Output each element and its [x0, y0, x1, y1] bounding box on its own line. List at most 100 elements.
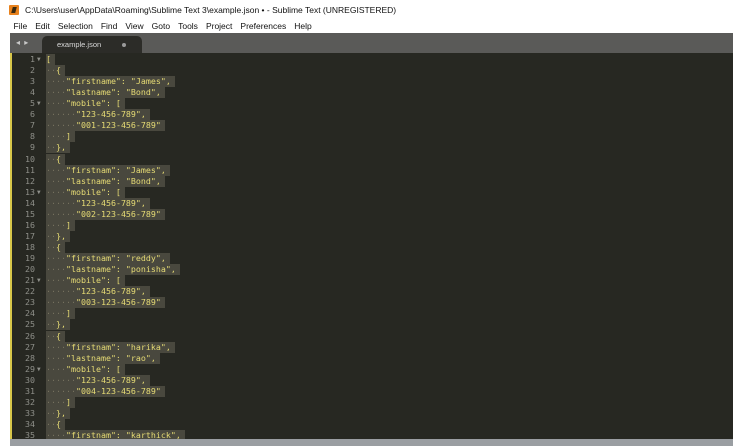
- code-content: "firstnam": "harika",: [65, 341, 171, 352]
- menu-project[interactable]: Project: [205, 21, 232, 31]
- code-text: ····]: [46, 131, 75, 143]
- code-line[interactable]: 7 ······"001-123-456-789": [12, 120, 732, 132]
- code-line[interactable]: 2 ··{: [12, 65, 732, 77]
- code-line[interactable]: 18 ··{: [12, 242, 732, 254]
- line-number: 20: [25, 264, 35, 275]
- code-content: "123-456-789",: [75, 109, 146, 120]
- menu-find[interactable]: Find: [100, 21, 118, 31]
- whitespace-dots: ······: [46, 385, 76, 396]
- code-content: },: [56, 230, 66, 241]
- code-content: {: [56, 242, 61, 253]
- code-text: ····"mobile": [: [46, 98, 125, 110]
- code-line[interactable]: 34 ··{: [12, 418, 732, 430]
- code-line[interactable]: 33 ··},: [12, 407, 732, 419]
- code-content: "lastname": "ponisha",: [65, 264, 176, 275]
- code-line[interactable]: 13 ▼ ····"mobile": [: [12, 186, 732, 198]
- fold-arrow-icon[interactable]: ▼: [37, 98, 41, 109]
- code-line[interactable]: 8 ····]: [12, 131, 732, 143]
- code-content: },: [56, 407, 66, 418]
- code-line[interactable]: 20 ····"lastname": "ponisha",: [12, 264, 732, 276]
- line-number: 21: [25, 275, 35, 286]
- code-line[interactable]: 11 ····"firstnam": "James",: [12, 164, 732, 176]
- code-content: },: [56, 319, 66, 330]
- whitespace-dots: ··: [46, 418, 56, 429]
- code-content: "004-123-456-789": [75, 385, 161, 396]
- code-text: ····]: [46, 396, 75, 408]
- menu-file[interactable]: File: [13, 21, 28, 31]
- code-line[interactable]: 35 ····"firstnam": "karthick",: [12, 430, 732, 439]
- code-line[interactable]: 5 ▼ ····"mobile": [: [12, 98, 732, 110]
- code-text: ··{: [46, 65, 65, 77]
- line-number: 24: [25, 308, 35, 319]
- fold-arrow-icon[interactable]: ▼: [37, 364, 41, 375]
- code-content: "001-123-456-789": [75, 120, 161, 131]
- code-editor[interactable]: 1 ▼[2 ··{3 ····"firstname": "James", 4 ····"l…: [10, 53, 733, 439]
- code-line[interactable]: 14 ······"123-456-789",: [12, 197, 732, 209]
- fold-arrow-icon[interactable]: ▼: [37, 275, 41, 286]
- code-line[interactable]: 19 ····"firstnam": "reddy",: [12, 253, 732, 265]
- code-line[interactable]: 21 ▼ ····"mobile": [: [12, 275, 732, 287]
- whitespace-dots: ··: [46, 65, 56, 76]
- code-content: ]: [65, 308, 71, 319]
- line-number: 14: [25, 197, 35, 208]
- line-number: 32: [25, 396, 35, 407]
- menu-preferences[interactable]: Preferences: [240, 21, 287, 31]
- code-line[interactable]: 12 ····"lastname": "Bond",: [12, 175, 732, 187]
- code-content: "mobile": [: [65, 275, 121, 286]
- code-text: ····"lastname": "ponisha",: [46, 264, 180, 276]
- menu-goto[interactable]: Goto: [151, 21, 170, 31]
- code-line[interactable]: 25 ··},: [12, 319, 732, 331]
- code-content: "123-456-789",: [75, 286, 146, 297]
- code-line[interactable]: 17 ··},: [12, 230, 732, 242]
- code-line[interactable]: 10 ··{: [12, 153, 732, 165]
- code-text: ····"lastname": "rao",: [46, 352, 160, 364]
- tab-nav-arrows-icon[interactable]: ◂ ▸: [16, 38, 29, 47]
- code-content: "003-123-456-789": [75, 297, 161, 308]
- whitespace-dots: ····: [46, 98, 66, 109]
- menu-tools[interactable]: Tools: [178, 21, 199, 31]
- line-number: 2: [30, 65, 35, 76]
- unsaved-dot-icon[interactable]: [122, 43, 126, 47]
- menu-edit[interactable]: Edit: [35, 21, 51, 31]
- code-line[interactable]: 27 ····"firstnam": "harika",: [12, 341, 732, 353]
- fold-arrow-icon[interactable]: ▼: [37, 187, 41, 198]
- code-line[interactable]: 6 ······"123-456-789",: [12, 109, 732, 121]
- code-content: "firstnam": "James",: [65, 164, 166, 175]
- menu-view[interactable]: View: [125, 21, 144, 31]
- code-text: ······"001-123-456-789": [46, 120, 165, 132]
- code-content: "mobile": [: [65, 363, 121, 374]
- line-number: 4: [30, 87, 35, 98]
- code-line[interactable]: 24 ····]: [12, 308, 732, 320]
- code-text: ··{: [46, 153, 65, 165]
- whitespace-dots: ····: [46, 363, 66, 374]
- line-number: 3: [30, 76, 35, 87]
- code-line[interactable]: 22 ······"123-456-789",: [12, 286, 732, 298]
- menu-selection[interactable]: Selection: [57, 21, 93, 31]
- code-line[interactable]: 3 ····"firstname": "James",: [12, 76, 732, 88]
- line-number: 16: [25, 219, 35, 230]
- whitespace-dots: ····: [46, 430, 66, 439]
- code-text: ····"lastname": "Bond",: [46, 175, 165, 187]
- code-line[interactable]: 4 ····"lastname": "Bond",: [12, 87, 732, 99]
- code-line[interactable]: 1 ▼ [: [12, 54, 732, 65]
- code-content: "mobile": [: [65, 98, 121, 109]
- line-number: 11: [25, 164, 35, 175]
- code-line[interactable]: 30 ······"123-456-789",: [12, 374, 732, 386]
- code-line[interactable]: 31 ······"004-123-456-789": [12, 385, 732, 397]
- code-line[interactable]: 16 ····]: [12, 219, 732, 231]
- whitespace-dots: ····: [46, 275, 66, 286]
- code-line[interactable]: 9 ··},: [12, 142, 732, 154]
- code-line[interactable]: 15 ······"002-123-456-789": [12, 208, 732, 220]
- whitespace-dots: ··: [46, 153, 56, 164]
- code-line[interactable]: 32 ····]: [12, 396, 732, 408]
- tab-example-json[interactable]: example.json: [42, 36, 142, 53]
- code-line[interactable]: 26 ··{: [12, 330, 732, 342]
- code-content: "lastname": "Bond",: [65, 175, 161, 186]
- code-line[interactable]: 29 ▼ ····"mobile": [: [12, 363, 732, 375]
- menu-help[interactable]: Help: [294, 21, 312, 31]
- code-line[interactable]: 28 ····"lastname": "rao",: [12, 352, 732, 364]
- code-line[interactable]: 23 ······"003-123-456-789": [12, 297, 732, 309]
- code-content: "lastname": "rao",: [65, 352, 156, 363]
- fold-arrow-icon[interactable]: ▼: [37, 54, 41, 65]
- whitespace-dots: ····: [46, 175, 66, 186]
